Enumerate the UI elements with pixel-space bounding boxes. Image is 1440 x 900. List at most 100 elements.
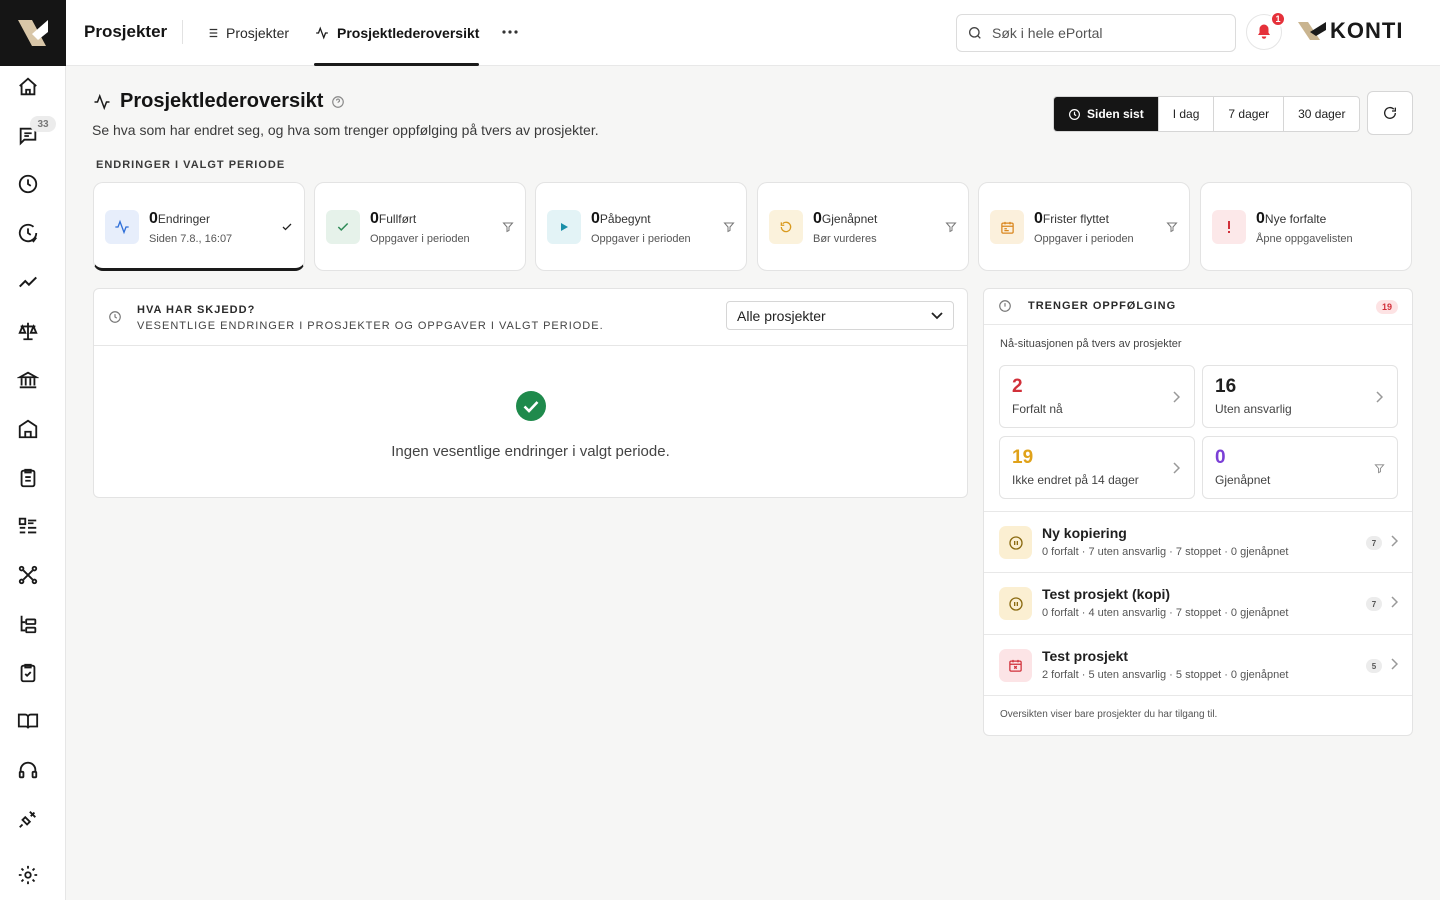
followup-project-row[interactable]: Ny kopiering 0 forfalt · 7 uten ansvarli…	[984, 511, 1412, 572]
stat-value: 0Nye forfalte	[1256, 210, 1327, 227]
stat-card-endringer[interactable]: 0Endringer Siden 7.8., 16:07	[93, 182, 305, 271]
book-icon[interactable]	[15, 708, 41, 734]
period-siden-sist[interactable]: Siden sist	[1054, 97, 1159, 131]
project-count-badge: 5	[1366, 659, 1382, 673]
chevron-right-icon	[1391, 658, 1398, 670]
followup-card-ikke-endret[interactable]: 19 Ikke endret på 14 dager	[999, 436, 1195, 499]
project-count-badge: 7	[1366, 597, 1382, 611]
project-select-value: Alle prosjekter	[737, 307, 826, 324]
headset-icon[interactable]	[15, 757, 41, 783]
followup-footer: Oversikten viser bare prosjekter du har …	[1000, 709, 1218, 720]
followup-project-row[interactable]: Test prosjekt (kopi) 0 forfalt · 4 uten …	[984, 572, 1412, 633]
project-name: Test prosjekt	[1042, 648, 1129, 664]
clipboard-check-icon[interactable]	[15, 660, 41, 686]
stat-sub: Oppgaver i perioden	[370, 233, 470, 245]
clipboard-icon[interactable]	[15, 465, 41, 491]
changes-panel-subtitle: VESENTLIGE ENDRINGER I PROSJEKTER OG OPP…	[137, 320, 604, 332]
period-7-dager[interactable]: 7 dager	[1214, 97, 1285, 131]
changes-panel: HVA HAR SKJEDD? VESENTLIGE ENDRINGER I P…	[93, 288, 968, 498]
period-i-dag[interactable]: I dag	[1159, 97, 1215, 131]
list-icon	[206, 28, 218, 38]
more-horizontal-icon[interactable]	[500, 20, 520, 44]
pause-icon	[999, 587, 1032, 620]
help-icon[interactable]	[331, 95, 345, 109]
search-box	[956, 14, 1236, 52]
search-input[interactable]	[992, 25, 1222, 41]
calendar-x-icon	[999, 649, 1032, 682]
app-title: Prosjekter	[84, 22, 168, 41]
settings-icon[interactable]	[15, 862, 41, 888]
topbar: Prosjekter Prosjekter Prosjektlederovers…	[66, 0, 1440, 66]
bank-icon[interactable]	[15, 367, 41, 393]
activity-icon	[105, 210, 139, 244]
page-subtitle: Se hva som har endret seg, og hva som tr…	[92, 122, 599, 138]
section-label: ENDRINGER I VALGT PERIODE	[96, 159, 286, 171]
sidebar: 33	[0, 0, 66, 900]
stat-card-frister-flyttet[interactable]: 0Frister flyttet Oppgaver i perioden	[978, 182, 1190, 271]
tab-prosjektlederoversikt[interactable]: Prosjektlederoversikt	[314, 0, 480, 66]
followup-card-uten-ansvarlig[interactable]: 16 Uten ansvarlig	[1202, 365, 1398, 428]
period-30-dager[interactable]: 30 dager	[1284, 97, 1359, 131]
filter-icon[interactable]	[944, 220, 958, 234]
stat-value: 0Frister flyttet	[1034, 210, 1109, 227]
scale-icon[interactable]	[15, 318, 41, 344]
building-icon[interactable]	[15, 416, 41, 442]
filter-icon[interactable]	[501, 220, 515, 234]
project-name: Test prosjekt (kopi)	[1042, 586, 1171, 602]
stat-card-gjenapnet[interactable]: 0Gjenåpnet Bør vurderes	[757, 182, 969, 271]
trend-icon[interactable]	[15, 269, 41, 295]
activity-icon	[316, 26, 328, 40]
followup-card-value: 2	[1012, 376, 1023, 397]
stat-sub: Oppgaver i perioden	[1034, 233, 1134, 245]
stat-card-pabegynt[interactable]: 0Påbegynt Oppgaver i perioden	[535, 182, 747, 271]
topbar-divider	[182, 20, 183, 44]
bell-icon	[1258, 24, 1270, 39]
messages-badge: 33	[30, 116, 56, 132]
project-stats: 0 forfalt · 4 uten ansvarlig · 7 stoppet…	[1042, 607, 1289, 619]
refresh-button[interactable]	[1367, 91, 1413, 135]
check-icon	[326, 210, 360, 244]
tab-prosjekter[interactable]: Prosjekter	[205, 0, 289, 66]
clock-icon	[1069, 108, 1080, 120]
followup-card-label: Forfalt nå	[1012, 402, 1063, 416]
network-icon[interactable]	[15, 562, 41, 588]
tree-icon[interactable]	[15, 611, 41, 637]
plug-icon[interactable]	[15, 806, 41, 832]
page-title: Prosjektlederoversikt	[120, 90, 324, 112]
stat-sub: Åpne oppgavelisten	[1256, 233, 1353, 245]
calendar-icon	[990, 210, 1024, 244]
stat-sub: Siden 7.8., 16:07	[149, 233, 233, 245]
followup-card-gjenapnet[interactable]: 0 Gjenåpnet	[1202, 436, 1398, 499]
clock-icon[interactable]	[15, 171, 41, 197]
chevron-right-icon	[1373, 390, 1385, 404]
home-icon[interactable]	[15, 74, 41, 100]
changes-panel-title: HVA HAR SKJEDD?	[137, 304, 256, 316]
pause-icon	[999, 526, 1032, 559]
brand-logo: KONTI	[1298, 18, 1403, 44]
filter-icon[interactable]	[722, 220, 736, 234]
brand-mark-icon	[1298, 22, 1326, 40]
filter-icon[interactable]	[1165, 220, 1179, 234]
alert-icon	[1212, 210, 1246, 244]
stat-card-fullfort[interactable]: 0Fullført Oppgaver i perioden	[314, 182, 526, 271]
chevron-down-icon	[931, 311, 943, 319]
list-checks-icon[interactable]	[15, 513, 41, 539]
filter-icon[interactable]	[1373, 461, 1385, 475]
stat-value: 0Endringer	[149, 210, 210, 227]
period-selector: Siden sist I dag 7 dager 30 dager	[1053, 96, 1361, 132]
app-logo[interactable]	[0, 0, 66, 66]
rotate-icon	[769, 210, 803, 244]
check-circle-icon	[516, 391, 546, 421]
stat-value: 0Påbegynt	[591, 210, 651, 227]
empty-state-text: Ingen vesentlige endringer i valgt perio…	[391, 443, 670, 460]
project-select[interactable]: Alle prosjekter	[726, 301, 954, 330]
followup-project-row[interactable]: Test prosjekt 2 forfalt · 5 uten ansvarl…	[984, 634, 1412, 695]
followup-badge: 19	[1376, 300, 1398, 314]
stat-card-nye-forfalte[interactable]: 0Nye forfalte Åpne oppgavelisten	[1200, 182, 1412, 271]
followup-subtitle: Nå-situasjonen på tvers av prosjekter	[1000, 338, 1182, 350]
history-icon[interactable]	[15, 220, 41, 246]
check-icon	[280, 220, 294, 234]
period-label: Siden sist	[1087, 107, 1144, 121]
followup-card-label: Ikke endret på 14 dager	[1012, 473, 1139, 487]
followup-card-forfalt[interactable]: 2 Forfalt nå	[999, 365, 1195, 428]
